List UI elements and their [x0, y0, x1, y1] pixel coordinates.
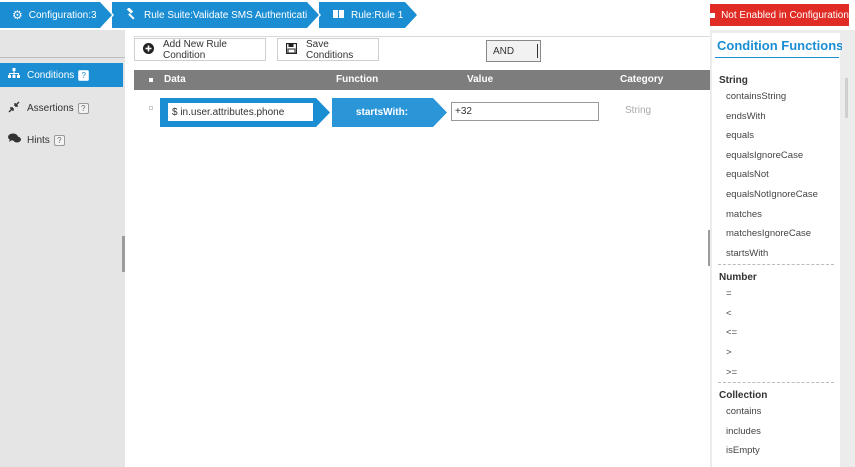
function-item-lt[interactable]: <: [726, 308, 732, 319]
function-item-lte[interactable]: <=: [726, 327, 737, 338]
function-item-endswith[interactable]: endsWith: [726, 111, 766, 122]
floppy-disk-icon: [285, 42, 298, 57]
help-icon[interactable]: ?: [77, 102, 89, 114]
function-item-equals[interactable]: equals: [726, 130, 754, 141]
condition-functions-panel: Condition Functions String containsStrin…: [710, 30, 855, 467]
status-badge[interactable]: Not Enabled in Configuration: [710, 4, 849, 26]
stop-icon: [710, 12, 716, 18]
breadcrumb-label: Rule:Rule 1: [351, 9, 404, 21]
function-item-startswith[interactable]: startsWith: [726, 248, 768, 259]
sitemap-icon: [7, 68, 21, 82]
column-header-function: Function: [336, 74, 379, 85]
book-icon: [333, 8, 345, 22]
breadcrumb-label: Configuration:3: [28, 9, 97, 21]
section-heading-collection: Collection: [719, 390, 768, 401]
save-conditions-button[interactable]: Save Conditions: [277, 38, 379, 61]
breadcrumb-label: Rule Suite:Validate SMS Authentication: [144, 9, 319, 21]
help-icon[interactable]: ?: [78, 69, 90, 81]
function-select[interactable]: startsWith:: [332, 98, 432, 127]
sidebar: Conditions ? Assertions ? Hints ?: [0, 30, 125, 467]
panel-scrollbar[interactable]: [842, 33, 852, 467]
function-item-matchesignorecase[interactable]: matchesIgnoreCase: [726, 228, 811, 239]
section-heading-string: String: [719, 75, 748, 86]
gear-icon: ⚙: [12, 8, 23, 22]
column-header-category: Category: [620, 74, 664, 85]
function-item-isempty[interactable]: isEmpty: [726, 445, 760, 456]
plus-circle-icon: [143, 42, 154, 57]
gavel-icon: [126, 6, 138, 23]
function-item-contains[interactable]: contains: [726, 406, 761, 417]
sidebar-item-assertions[interactable]: Assertions ?: [0, 96, 123, 120]
value-field[interactable]: +32: [451, 102, 599, 121]
table-header: Data Function Value Category: [134, 70, 710, 90]
sidebar-item-hints[interactable]: Hints ?: [0, 128, 123, 152]
sidebar-item-label: Hints: [27, 134, 50, 146]
add-rule-condition-button[interactable]: Add New Rule Condition: [134, 38, 266, 61]
breadcrumb-rule[interactable]: Rule:Rule 1: [319, 2, 419, 28]
panel-title: Condition Functions: [717, 38, 844, 53]
function-item-equalsignorecase[interactable]: equalsIgnoreCase: [726, 150, 803, 161]
help-icon[interactable]: ?: [53, 134, 65, 146]
function-item-gte[interactable]: >=: [726, 367, 737, 378]
function-item-matches[interactable]: matches: [726, 209, 762, 220]
column-header-value: Value: [467, 74, 494, 85]
data-field[interactable]: $ in.user.attributes.phone: [167, 102, 314, 122]
breadcrumb-configuration[interactable]: ⚙ Configuration:3: [0, 2, 114, 28]
compress-icon: [7, 101, 21, 116]
column-header-data: Data: [164, 74, 186, 85]
category-text: String: [625, 105, 652, 116]
logic-operator-select[interactable]: AND: [486, 40, 541, 62]
function-item-equalsnotignorecase[interactable]: equalsNotIgnoreCase: [726, 189, 818, 200]
function-item-containsstring[interactable]: containsString: [726, 91, 786, 102]
function-item-equalsnot[interactable]: equalsNot: [726, 169, 769, 180]
sidebar-item-conditions[interactable]: Conditions ?: [0, 63, 123, 87]
conditions-panel: Add New Rule Condition Save Conditions A…: [125, 30, 710, 467]
comments-icon: [7, 133, 21, 147]
function-item-gt[interactable]: >: [726, 347, 732, 358]
row-checkbox[interactable]: [149, 106, 153, 110]
sidebar-item-label: Conditions: [27, 69, 75, 81]
section-heading-number: Number: [719, 272, 757, 283]
breadcrumb-rule-suite[interactable]: Rule Suite:Validate SMS Authentication: [112, 2, 321, 28]
breadcrumb: ⚙ Configuration:3 Rule Suite:Validate SM…: [0, 0, 855, 30]
select-all-checkbox[interactable]: [149, 78, 153, 82]
function-item-includes[interactable]: includes: [726, 426, 761, 437]
sidebar-item-label: Assertions: [27, 102, 74, 114]
function-item-eq[interactable]: =: [726, 288, 732, 299]
